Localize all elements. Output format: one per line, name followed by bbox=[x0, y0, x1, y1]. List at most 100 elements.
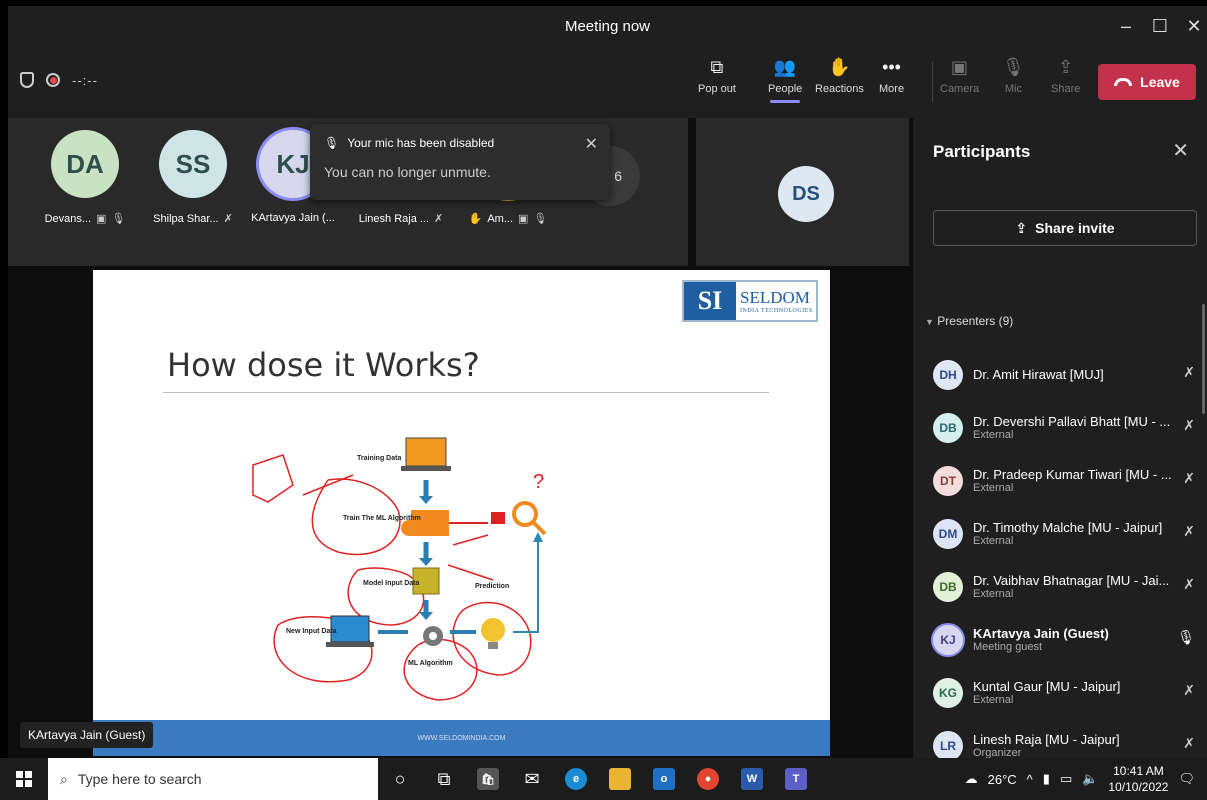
edge-icon[interactable]: e bbox=[554, 758, 598, 800]
participant-role: External bbox=[973, 429, 1014, 441]
participant-list: DH Dr. Amit Hirawat [MUJ] ✗ DB Dr. Dever… bbox=[933, 348, 1201, 772]
mic-muted-icon: ✗ bbox=[1183, 417, 1195, 433]
camera-off-icon: ▣ bbox=[951, 57, 969, 77]
teams-icon[interactable]: T bbox=[774, 758, 818, 800]
chevron-up-icon[interactable]: ^ bbox=[1027, 772, 1033, 787]
presenters-group-header[interactable]: ▼ Presenters (9) bbox=[925, 314, 1013, 328]
avatar: KG bbox=[933, 677, 963, 708]
participant-name: Devans... bbox=[44, 212, 92, 225]
thumbs-down-icon bbox=[491, 512, 505, 524]
mail-icon[interactable]: ✉ bbox=[510, 758, 554, 800]
camera-button[interactable]: ▣ Camera bbox=[940, 56, 979, 95]
file-explorer-icon[interactable] bbox=[598, 758, 642, 800]
participant-role: External bbox=[973, 588, 1014, 600]
shared-slide: SI SELDOM INDIA TECHNOLOGIES How dose it… bbox=[93, 270, 830, 756]
title-bar: Meeting now – ☐ ✕ bbox=[8, 6, 1207, 46]
mic-muted-icon: ✗ bbox=[1183, 470, 1195, 486]
participant-tile[interactable]: DA Devans... ▣ 🎙 bbox=[30, 130, 140, 225]
notifications-icon[interactable]: 🗨 bbox=[1178, 771, 1195, 787]
temperature[interactable]: 26°C bbox=[988, 772, 1017, 787]
share-icon: ⇪ bbox=[1058, 57, 1074, 77]
participant-tile[interactable]: SS Shilpa Shar... ✗ bbox=[138, 130, 248, 225]
search-placeholder: Type here to search bbox=[77, 771, 202, 787]
taskbar-search[interactable]: ⌕ Type here to search bbox=[48, 758, 378, 800]
cortana-icon[interactable]: ○ bbox=[378, 758, 422, 800]
reactions-button[interactable]: ✋ Reactions bbox=[815, 56, 864, 95]
participant-name: KArtavya Jain (Guest) bbox=[973, 626, 1109, 641]
taskbar: ⌕ Type here to search ○ ⧉ 🛍 ✉ e o ● W T … bbox=[0, 758, 1207, 800]
label-new-input: New Input Data bbox=[286, 628, 337, 635]
close-window-icon[interactable]: ✕ bbox=[1174, 6, 1207, 46]
start-button[interactable] bbox=[0, 758, 48, 800]
more-icon: ••• bbox=[882, 57, 901, 77]
network-icon[interactable]: ▮ bbox=[1043, 771, 1050, 787]
task-view-icon[interactable]: ⧉ bbox=[422, 758, 466, 800]
clock[interactable]: 10:41 AM 10/10/2022 bbox=[1108, 763, 1168, 795]
mic-off-icon: 🎙 bbox=[324, 136, 340, 150]
participant-role: External bbox=[973, 482, 1014, 494]
participant-name: Am... bbox=[487, 212, 513, 225]
participant-label: KArtavya Jain (... bbox=[238, 212, 348, 224]
participant-label: ✋ Am... ▣ 🎙 bbox=[453, 212, 563, 226]
annotation-scribble bbox=[252, 454, 294, 503]
label-model-input: Model Input Data bbox=[363, 580, 419, 587]
chrome-icon[interactable]: ● bbox=[686, 758, 730, 800]
weather-icon[interactable]: ☁ bbox=[965, 771, 978, 787]
close-icon[interactable]: ✕ bbox=[585, 134, 598, 154]
close-icon[interactable]: ✕ bbox=[1172, 138, 1189, 163]
label-train-ml: Train The ML Algorithm bbox=[343, 515, 421, 522]
participant-label: Shilpa Shar... ✗ bbox=[138, 212, 248, 226]
avatar: SS bbox=[159, 130, 227, 198]
participant-name: Linesh Raja [MU - Jaipur] bbox=[973, 732, 1120, 747]
magnifier-icon bbox=[512, 501, 538, 527]
list-item[interactable]: DT Dr. Pradeep Kumar Tiwari [MU - ... Ext… bbox=[933, 454, 1201, 507]
participant-label: Linesh Raja ... ✗ bbox=[346, 212, 456, 226]
mic-disabled-notification: 🎙 Your mic has been disabled You can no … bbox=[310, 124, 610, 200]
notification-header: 🎙 Your mic has been disabled bbox=[324, 136, 596, 150]
leave-button[interactable]: Leave bbox=[1098, 64, 1196, 100]
feedback-line bbox=[513, 538, 539, 633]
list-item[interactable]: DM Dr. Timothy Malche [MU - Jaipur] Exter… bbox=[933, 507, 1201, 560]
meeting-toolbar: --:-- ⧉ Pop out 👥 People ✋ Reactions •••… bbox=[8, 46, 1207, 118]
list-item[interactable]: DB Dr. Devershi Pallavi Bhatt [MU - ... E… bbox=[933, 401, 1201, 454]
mic-button[interactable]: 🎙 Mic bbox=[1002, 56, 1025, 95]
popout-icon: ⧉ bbox=[710, 57, 724, 77]
people-label: People bbox=[768, 83, 803, 95]
battery-icon[interactable]: ▭ bbox=[1060, 771, 1072, 787]
share-invite-button[interactable]: ⇪ Share invite bbox=[933, 210, 1197, 246]
label-ml-algorithm: ML Algorithm bbox=[408, 660, 453, 667]
meeting-timer: --:-- bbox=[72, 72, 98, 88]
avatar: DB bbox=[933, 571, 963, 602]
panel-title: Participants bbox=[933, 142, 1031, 161]
share-icon: ⇪ bbox=[1015, 219, 1028, 236]
more-button[interactable]: ••• More bbox=[879, 56, 904, 95]
reactions-label: Reactions bbox=[815, 83, 864, 95]
featured-participant-tile[interactable]: DS bbox=[688, 118, 909, 266]
popout-button[interactable]: ⧉ Pop out bbox=[698, 56, 736, 95]
participants-panel: Participants ✕ ⇪ Share invite ▼ Presente… bbox=[913, 118, 1207, 761]
list-item[interactable]: KJ KArtavya Jain (Guest) Meeting guest 🎙 bbox=[933, 613, 1201, 666]
raised-hand-icon: ✋ bbox=[468, 213, 483, 225]
word-icon[interactable]: W bbox=[730, 758, 774, 800]
scrollbar[interactable] bbox=[1202, 304, 1205, 414]
share-button[interactable]: ⇪ Share bbox=[1051, 56, 1080, 95]
list-item[interactable]: DB Dr. Vaibhav Bhatnagar [MU - Jai... Ext… bbox=[933, 560, 1201, 613]
camera-label: Camera bbox=[940, 83, 980, 95]
slide-footer: WWW.SELDOMINDIA.COM bbox=[93, 720, 830, 756]
people-button[interactable]: 👥 People bbox=[768, 56, 803, 103]
store-icon[interactable]: 🛍 bbox=[466, 758, 510, 800]
list-item[interactable]: KG Kuntal Gaur [MU - Jaipur] External ✗ bbox=[933, 666, 1201, 719]
participant-name: Dr. Timothy Malche [MU - Jaipur] bbox=[973, 520, 1163, 535]
avatar: DA bbox=[51, 130, 119, 198]
list-item[interactable]: DH Dr. Amit Hirawat [MUJ] ✗ bbox=[933, 348, 1201, 401]
share-label: Share bbox=[1051, 83, 1081, 95]
label-training-data: Training Data bbox=[357, 455, 401, 462]
mic-muted-icon: ✗ bbox=[1183, 682, 1195, 698]
avatar: DS bbox=[778, 166, 834, 222]
presenters-label: Presenters (9) bbox=[937, 314, 1014, 328]
shield-icon bbox=[20, 72, 34, 88]
volume-icon[interactable]: 🔈 bbox=[1082, 771, 1098, 787]
system-tray: ☁ 26°C ^ ▮ ▭ 🔈 10:41 AM 10/10/2022 🗨 bbox=[965, 758, 1207, 800]
hand-icon: ✋ bbox=[828, 57, 851, 77]
outlook-icon[interactable]: o bbox=[642, 758, 686, 800]
